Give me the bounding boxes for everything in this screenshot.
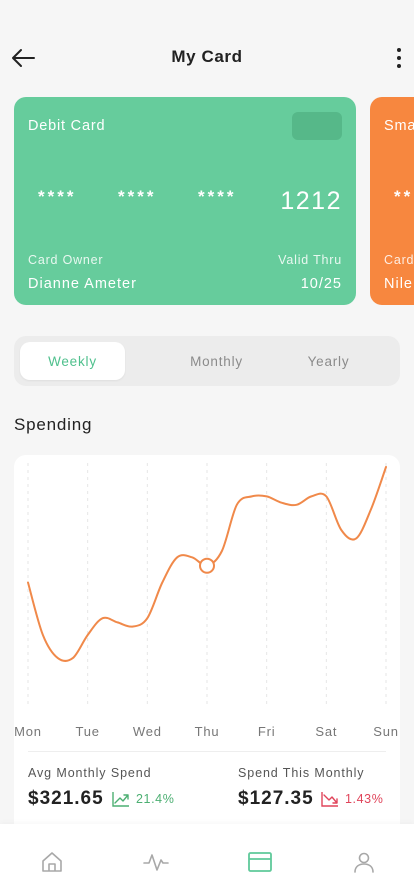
trend-up-icon xyxy=(112,792,129,807)
spend-this-monthly-value: $127.35 xyxy=(238,788,314,809)
period-toggle: Weekly Monthly Yearly xyxy=(14,336,400,386)
card-number-group: **** xyxy=(38,187,77,206)
spending-panel: Mon Tue Wed Thu Fri Sat Sun Avg Monthly Spend … xyxy=(14,455,400,835)
avg-monthly-spend-value: $321.65 xyxy=(28,788,104,809)
more-dot-icon xyxy=(397,48,401,52)
card-owner-name: Nile xyxy=(384,276,413,292)
avg-monthly-change: 21.4% xyxy=(112,791,174,807)
tab-monthly[interactable]: Monthly xyxy=(164,342,269,380)
spend-this-monthly-change: 1.43% xyxy=(321,791,383,807)
bottom-nav xyxy=(0,824,414,896)
x-tick-label: Sun xyxy=(373,724,399,739)
more-dot-icon xyxy=(397,56,401,60)
card-number-group: **** xyxy=(198,187,237,206)
card-owner-label: Card xyxy=(384,253,414,267)
debit-card[interactable]: Debit Card **** **** **** 1212 Card Owne… xyxy=(14,97,356,305)
card-expiry: 10/25 xyxy=(300,276,342,292)
nav-profile[interactable] xyxy=(348,846,380,878)
highlight-point[interactable] xyxy=(199,557,215,574)
tab-yearly[interactable]: Yearly xyxy=(276,342,381,380)
nav-activity[interactable] xyxy=(140,846,172,878)
profile-icon xyxy=(354,852,374,873)
card-type: Sma xyxy=(384,118,414,134)
trend-down-icon xyxy=(321,792,338,807)
spending-title: Spending xyxy=(14,415,93,434)
spend-this-monthly-label: Spend This Monthly xyxy=(238,766,365,780)
x-tick-label: Tue xyxy=(75,724,100,739)
header: My Card xyxy=(0,36,414,80)
page-title: My Card xyxy=(171,47,243,66)
more-dot-icon xyxy=(397,64,401,68)
spend-this-monthly-change-value: 1.43% xyxy=(345,792,384,806)
tab-weekly[interactable]: Weekly xyxy=(20,342,125,380)
card-last-digits: 1212 xyxy=(280,187,342,215)
more-options-button[interactable] xyxy=(392,44,406,72)
divider xyxy=(28,751,386,752)
card-icon xyxy=(248,852,272,872)
avg-monthly-change-value: 21.4% xyxy=(136,792,175,806)
x-tick-label: Sat xyxy=(315,724,338,739)
home-icon xyxy=(42,852,62,872)
card-owner-name: Dianne Ameter xyxy=(28,276,137,292)
x-tick-label: Wed xyxy=(132,724,162,739)
activity-icon xyxy=(143,854,169,871)
card-number-group: **** xyxy=(118,187,157,206)
card-number-group: ** xyxy=(394,187,414,206)
smart-card[interactable]: Sma ** Card Nile xyxy=(370,97,414,305)
valid-thru-label: Valid Thru xyxy=(278,253,342,267)
nav-home[interactable] xyxy=(36,846,68,878)
spending-chart xyxy=(27,463,387,705)
card-chip-icon xyxy=(292,112,342,140)
card-owner-label: Card Owner xyxy=(28,253,104,267)
nav-cards[interactable] xyxy=(244,846,276,878)
avg-monthly-spend-label: Avg Monthly Spend xyxy=(28,766,152,780)
x-tick-label: Fri xyxy=(257,724,276,739)
card-type: Debit Card xyxy=(28,118,106,134)
x-tick-label: Mon xyxy=(14,724,42,739)
screen: My Card Debit Card **** **** **** 1212 C… xyxy=(0,0,414,896)
x-tick-label: Thu xyxy=(194,724,220,739)
